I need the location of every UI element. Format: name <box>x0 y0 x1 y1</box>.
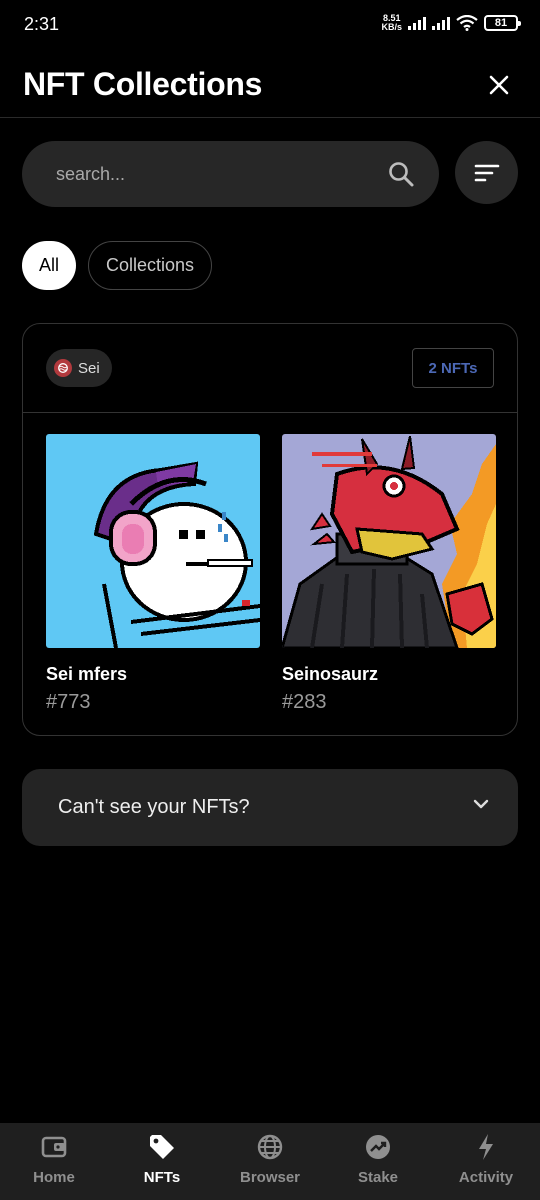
cant-see-nfts-accordion[interactable]: Can't see your NFTs? <box>22 769 518 846</box>
nav-label: Stake <box>357 1169 399 1186</box>
nav-label: Browser <box>239 1169 301 1186</box>
nft-image-seinosaurz <box>282 434 496 648</box>
nav-label: Home <box>33 1169 75 1186</box>
sort-button[interactable] <box>455 141 518 204</box>
search-input[interactable] <box>56 141 376 207</box>
nft-count-badge: 2 NFTs <box>412 348 494 388</box>
chevron-down-icon <box>473 799 489 809</box>
chip-all[interactable]: All <box>22 241 77 290</box>
signal-icon <box>408 16 426 30</box>
chip-collections[interactable]: Collections <box>88 241 213 290</box>
status-time: 2:31 <box>24 14 60 34</box>
wifi-icon <box>456 15 478 31</box>
search-box <box>22 141 439 207</box>
nav-nfts[interactable]: NFTs <box>108 1123 216 1200</box>
header: NFT Collections <box>0 58 540 118</box>
tag-icon <box>146 1131 178 1163</box>
nft-card[interactable]: Seinosaurz #283 <box>282 434 496 714</box>
nav-label: NFTs <box>143 1169 181 1186</box>
search-icon[interactable] <box>387 160 415 188</box>
nft-name: Seinosaurz <box>282 664 379 684</box>
nft-id: #773 <box>46 691 91 713</box>
nav-stake[interactable]: Stake <box>324 1123 432 1200</box>
sort-icon <box>474 164 499 181</box>
bottom-nav: Home NFTs Browser Stake Activity <box>0 1123 540 1200</box>
wallet-icon <box>38 1131 70 1163</box>
page-title: NFT Collections <box>23 66 263 102</box>
filter-chips: All Collections <box>22 241 213 290</box>
cant-see-nfts-text: Can't see your NFTs? <box>58 796 250 818</box>
nft-id: #283 <box>282 691 327 713</box>
close-icon <box>489 75 509 95</box>
network-speed: 8.51 KB/s <box>381 13 402 32</box>
signal-icon-2 <box>432 16 450 30</box>
nav-label: Activity <box>458 1169 514 1186</box>
collection-card-header: Sei 2 NFTs <box>23 324 517 413</box>
nav-home[interactable]: Home <box>0 1123 108 1200</box>
status-bar: 2:31 8.51 KB/s 81 <box>0 0 540 50</box>
chain-badge: Sei <box>46 349 112 387</box>
lightning-icon <box>470 1131 502 1163</box>
close-button[interactable] <box>480 66 518 104</box>
nav-activity[interactable]: Activity <box>432 1123 540 1200</box>
status-icons: 8.51 KB/s 81 <box>381 13 521 32</box>
nft-card[interactable]: Sei mfers #773 <box>46 434 260 714</box>
nft-name: Sei mfers <box>46 664 128 684</box>
battery-icon: 81 <box>484 15 521 31</box>
sei-logo-icon <box>54 359 72 377</box>
nft-image-sei-mfers <box>46 434 260 648</box>
nav-browser[interactable]: Browser <box>216 1123 324 1200</box>
globe-icon <box>254 1131 286 1163</box>
collection-card: Sei 2 NFTs Sei mfers #773 Seinosaurz #28… <box>22 323 518 736</box>
chain-label: Sei <box>78 359 100 377</box>
stake-chart-icon <box>362 1131 394 1163</box>
